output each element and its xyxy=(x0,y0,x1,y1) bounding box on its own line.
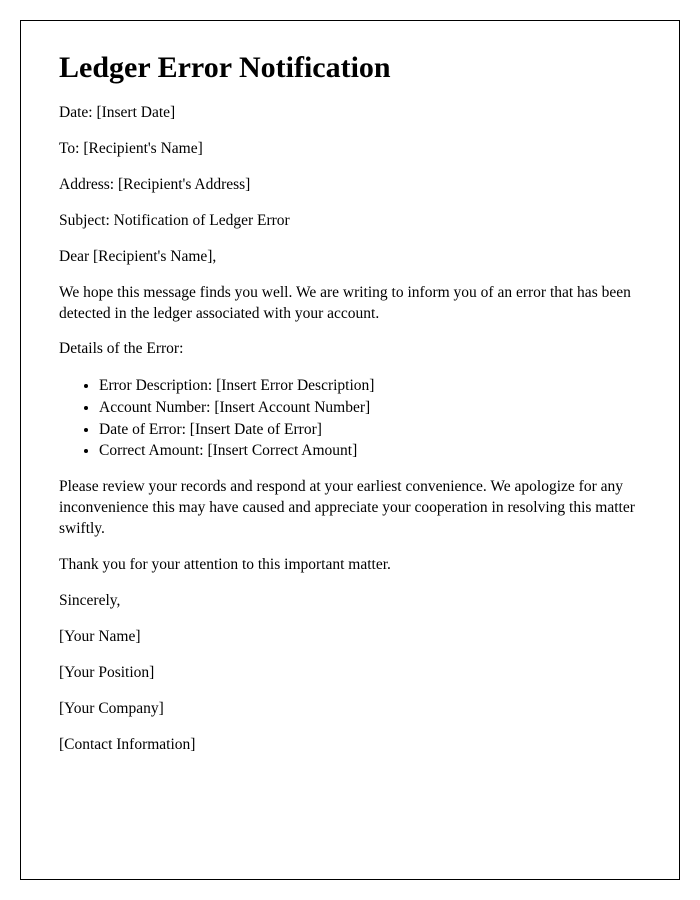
error-description-item: Error Description: [Insert Error Descrip… xyxy=(99,375,641,397)
salutation: Dear [Recipient's Name], xyxy=(59,247,641,268)
thank-you-line: Thank you for your attention to this imp… xyxy=(59,555,641,576)
sender-name: [Your Name] xyxy=(59,627,641,648)
error-details-list: Error Description: [Insert Error Descrip… xyxy=(99,375,641,462)
document-container: Ledger Error Notification Date: [Insert … xyxy=(20,20,680,880)
subject-line: Subject: Notification of Ledger Error xyxy=(59,211,641,232)
to-line: To: [Recipient's Name] xyxy=(59,139,641,160)
date-of-error-item: Date of Error: [Insert Date of Error] xyxy=(99,419,641,441)
correct-amount-item: Correct Amount: [Insert Correct Amount] xyxy=(99,440,641,462)
review-paragraph: Please review your records and respond a… xyxy=(59,477,641,540)
details-header: Details of the Error: xyxy=(59,339,641,360)
date-line: Date: [Insert Date] xyxy=(59,103,641,124)
address-line: Address: [Recipient's Address] xyxy=(59,175,641,196)
sender-company: [Your Company] xyxy=(59,699,641,720)
contact-info: [Contact Information] xyxy=(59,735,641,756)
closing: Sincerely, xyxy=(59,591,641,612)
account-number-item: Account Number: [Insert Account Number] xyxy=(99,397,641,419)
intro-paragraph: We hope this message finds you well. We … xyxy=(59,283,641,325)
page-title: Ledger Error Notification xyxy=(59,51,641,85)
sender-position: [Your Position] xyxy=(59,663,641,684)
